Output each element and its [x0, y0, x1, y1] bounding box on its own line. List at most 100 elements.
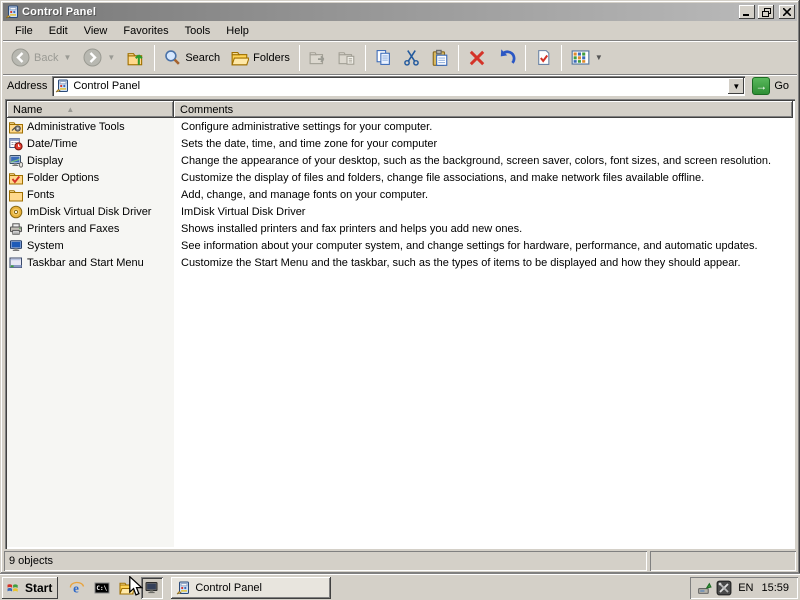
menu-item-view[interactable]: View: [76, 23, 116, 39]
quick-launch-command-prompt-icon[interactable]: C:\: [91, 577, 113, 599]
start-button[interactable]: Start: [2, 577, 58, 599]
paste-button[interactable]: [426, 45, 454, 71]
svg-text:C:\: C:\: [97, 584, 108, 591]
printers-icon: [9, 222, 23, 236]
close-button[interactable]: [779, 5, 795, 19]
go-button[interactable]: → Go: [750, 77, 793, 95]
forward-button[interactable]: ▼: [78, 44, 121, 71]
item-name: Folder Options: [27, 172, 99, 184]
sort-ascending-icon: ▲: [66, 105, 74, 114]
item-name: Date/Time: [27, 138, 77, 150]
forward-icon: [83, 48, 102, 67]
move-to-button[interactable]: [304, 45, 332, 71]
address-value: Control Panel: [73, 80, 724, 92]
item-name: Display: [27, 155, 63, 167]
column-header-comments-label: Comments: [180, 104, 233, 116]
document-check-icon: [535, 49, 552, 66]
quick-launch-display-settings-icon[interactable]: [141, 577, 163, 599]
menu-item-help[interactable]: Help: [218, 23, 257, 39]
list-item[interactable]: FontsAdd, change, and manage fonts on yo…: [7, 186, 793, 203]
list-item[interactable]: Administrative Tools Configure administra…: [7, 118, 793, 135]
back-button[interactable]: Back ▼: [6, 44, 77, 71]
cut-icon: [403, 49, 420, 66]
taskbar: Start e C:\ Control Panel EN 15:59: [0, 574, 800, 600]
taskbar-startmenu-icon: [9, 256, 23, 270]
back-icon: [11, 48, 30, 67]
imdisk-icon: [9, 205, 23, 219]
views-button[interactable]: ▼: [566, 44, 609, 71]
column-header-name-label: Name: [13, 104, 42, 116]
back-dropdown-icon[interactable]: ▼: [62, 53, 72, 62]
properties-button[interactable]: [530, 45, 557, 70]
folders-button[interactable]: Folders: [226, 45, 295, 71]
copy-to-icon: [338, 49, 356, 67]
go-arrow-icon: →: [752, 77, 770, 95]
list-item[interactable]: Date/TimeSets the date, time, and time z…: [7, 135, 793, 152]
item-comment: Configure administrative settings for yo…: [174, 121, 793, 133]
folders-label: Folders: [253, 52, 290, 64]
item-comment: Shows installed printers and fax printer…: [174, 223, 793, 235]
file-list: Name ▲ Comments Administrative Tools Conf…: [5, 99, 795, 549]
address-combo[interactable]: Control Panel ▼: [52, 76, 745, 96]
quick-launch-internet-explorer-icon[interactable]: e: [66, 577, 88, 599]
taskbar-clock[interactable]: 15:59: [759, 582, 791, 594]
menu-item-edit[interactable]: Edit: [41, 23, 76, 39]
back-label: Back: [34, 52, 58, 64]
delete-icon: [468, 49, 486, 67]
quick-launch-folder-icon[interactable]: [116, 577, 138, 599]
menu-item-file[interactable]: File: [7, 23, 41, 39]
toolbar-separator: [458, 45, 459, 71]
menu-item-tools[interactable]: Tools: [177, 23, 219, 39]
item-name: System: [27, 240, 64, 252]
titlebar[interactable]: Control Panel: [3, 3, 797, 21]
search-button[interactable]: Search: [159, 45, 225, 70]
restore-button[interactable]: [758, 5, 774, 19]
status-text: 9 objects: [4, 551, 647, 571]
safely-remove-hardware-icon[interactable]: [697, 580, 712, 595]
list-item[interactable]: Printers and Faxes Shows installed printe…: [7, 220, 793, 237]
views-dropdown-icon[interactable]: ▼: [594, 53, 604, 62]
undo-button[interactable]: [492, 44, 521, 71]
list-item[interactable]: SystemSee information about your compute…: [7, 237, 793, 254]
toolbar-separator: [365, 45, 366, 71]
status-bar: 9 objects: [3, 549, 797, 571]
list-item[interactable]: Taskbar and Start MenuCustomize the Star…: [7, 254, 793, 271]
window-title: Control Panel: [22, 6, 736, 18]
task-button-control-panel[interactable]: Control Panel: [171, 577, 331, 599]
toolbar-separator: [299, 45, 300, 71]
system-tray: EN 15:59: [690, 577, 798, 599]
copy-button[interactable]: [370, 45, 397, 70]
cut-button[interactable]: [398, 45, 425, 70]
date-time-icon: [9, 137, 23, 151]
list-header: Name ▲ Comments: [7, 101, 793, 118]
language-indicator[interactable]: EN: [736, 582, 755, 594]
quick-launch: e C:\: [66, 577, 163, 599]
list-item[interactable]: ImDisk Virtual Disk DriverImDisk Virtual…: [7, 203, 793, 220]
menu-item-favorites[interactable]: Favorites: [115, 23, 176, 39]
item-comment: Change the appearance of your desktop, s…: [174, 155, 793, 167]
column-header-name[interactable]: Name ▲: [7, 101, 174, 118]
item-name: Administrative Tools: [27, 121, 125, 133]
copy-to-button[interactable]: [333, 45, 361, 71]
control-panel-icon: [176, 581, 190, 595]
folder-up-icon: [127, 49, 145, 67]
list-item[interactable]: Folder OptionsCustomize the display of f…: [7, 169, 793, 186]
display-icon: [9, 154, 23, 168]
toolbar: Back ▼ ▼ Search Folders: [3, 41, 797, 75]
item-name: Taskbar and Start Menu: [27, 257, 144, 269]
list-item[interactable]: Display Change the appearance of your des…: [7, 152, 793, 169]
imdisk-tray-icon[interactable]: [716, 580, 732, 596]
item-name: Printers and Faxes: [27, 223, 119, 235]
minimize-button[interactable]: [739, 5, 755, 19]
address-dropdown-icon[interactable]: ▼: [728, 78, 744, 94]
start-label: Start: [25, 581, 52, 595]
control-panel-icon: [55, 79, 69, 93]
menu-bar: FileEditViewFavoritesToolsHelp: [3, 21, 797, 41]
forward-dropdown-icon[interactable]: ▼: [106, 53, 116, 62]
column-header-comments[interactable]: Comments: [174, 101, 793, 118]
admin-tools-icon: [9, 120, 23, 134]
up-button[interactable]: [122, 45, 150, 71]
delete-button[interactable]: [463, 45, 491, 71]
go-label: Go: [774, 80, 789, 92]
address-bar: Address Control Panel ▼ → Go: [3, 75, 797, 99]
